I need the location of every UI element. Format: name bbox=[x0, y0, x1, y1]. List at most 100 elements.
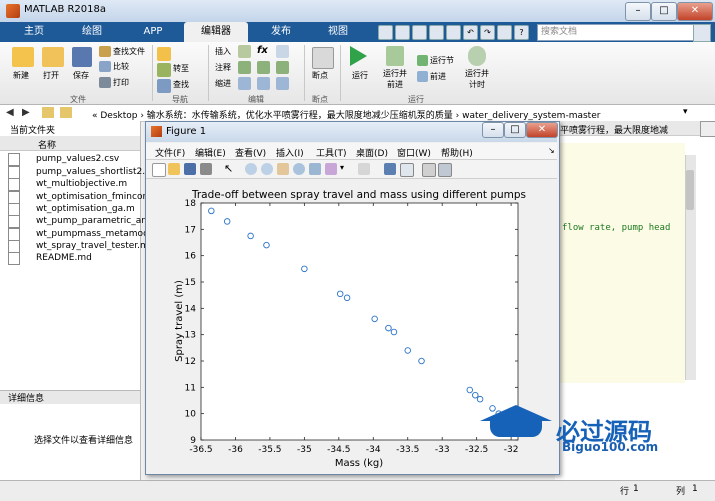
wrap-comment-icon[interactable] bbox=[276, 61, 289, 74]
menu-edit[interactable]: 编辑(E) bbox=[195, 146, 226, 159]
save-icon[interactable] bbox=[72, 47, 92, 67]
comment-percent-icon[interactable] bbox=[238, 61, 251, 74]
run-time-label-2[interactable]: 计时 bbox=[469, 79, 485, 90]
quick-help-icon[interactable]: ? bbox=[514, 25, 529, 40]
editor-scrollbar-thumb[interactable] bbox=[686, 170, 694, 210]
quick-save-icon[interactable] bbox=[395, 25, 410, 40]
browse-folder-icon[interactable] bbox=[60, 107, 72, 118]
quick-undo-icon[interactable]: ↶ bbox=[463, 25, 478, 40]
quick-switch-icon[interactable] bbox=[497, 25, 512, 40]
zoom-out-icon[interactable] bbox=[261, 163, 273, 175]
minimize-button[interactable]: – bbox=[625, 2, 651, 21]
breakpoints-icon[interactable] bbox=[312, 47, 334, 69]
menu-window[interactable]: 窗口(W) bbox=[397, 146, 431, 159]
advance-button[interactable]: 前进 bbox=[430, 71, 446, 82]
file-item[interactable]: wt_spray_travel_tester.m bbox=[36, 241, 149, 251]
quick-redo-icon[interactable]: ↷ bbox=[480, 25, 495, 40]
tab-apps[interactable]: APP bbox=[124, 22, 182, 42]
brush-icon[interactable] bbox=[325, 163, 337, 175]
file-item[interactable]: wt_optimisation_ga.m bbox=[36, 204, 135, 214]
run-icon[interactable] bbox=[350, 46, 367, 66]
find-files-icon[interactable] bbox=[99, 46, 111, 57]
smart-indent-icon[interactable] bbox=[238, 77, 251, 90]
open-file-icon[interactable] bbox=[168, 163, 180, 175]
rotate-3d-icon[interactable] bbox=[293, 163, 305, 175]
file-item[interactable]: wt_pump_parametric_anal bbox=[36, 216, 155, 226]
quick-new-icon[interactable] bbox=[378, 25, 393, 40]
file-item[interactable]: pump_values_shortlist2.csv bbox=[36, 167, 160, 177]
compare-button[interactable]: 比较 bbox=[113, 61, 129, 72]
insert-section-icon[interactable] bbox=[238, 45, 251, 58]
fx-icon[interactable]: fx bbox=[257, 45, 270, 58]
tab-publish[interactable]: 发布 bbox=[250, 22, 312, 42]
quick-cut-icon[interactable] bbox=[412, 25, 427, 40]
search-documentation-input[interactable]: 搜索文档 bbox=[537, 24, 697, 41]
print-figure-icon[interactable] bbox=[200, 163, 212, 175]
goto-icon[interactable] bbox=[157, 63, 171, 77]
search-filter-icon[interactable] bbox=[693, 24, 711, 42]
advance-icon[interactable] bbox=[417, 71, 428, 82]
run-time-label-1[interactable]: 运行并 bbox=[465, 68, 489, 79]
run-section-icon[interactable] bbox=[417, 55, 428, 66]
tab-plots[interactable]: 绘图 bbox=[64, 22, 120, 42]
address-dropdown-icon[interactable]: ▾ bbox=[683, 107, 688, 117]
run-time-icon[interactable] bbox=[468, 46, 486, 66]
menu-file[interactable]: 文件(F) bbox=[155, 146, 185, 159]
run-advance-icon[interactable] bbox=[386, 46, 404, 66]
zoom-in-icon[interactable] bbox=[245, 163, 257, 175]
menu-insert[interactable]: 插入(I) bbox=[276, 146, 304, 159]
compare-icon[interactable] bbox=[99, 61, 111, 72]
file-item[interactable]: wt_multiobjective.m bbox=[36, 179, 127, 189]
close-button[interactable]: ✕ bbox=[677, 2, 713, 21]
file-item[interactable]: wt_optimisation_fmincon.m bbox=[36, 192, 160, 202]
uncomment-icon[interactable] bbox=[257, 61, 270, 74]
menu-help[interactable]: 帮助(H) bbox=[441, 146, 473, 159]
comment-button[interactable]: 注释 bbox=[215, 62, 231, 73]
open-button[interactable]: 打开 bbox=[43, 70, 59, 81]
tab-editor[interactable]: 编辑器 bbox=[184, 22, 248, 42]
run-advance-label-1[interactable]: 运行并 bbox=[383, 68, 407, 79]
link-plot-icon[interactable] bbox=[358, 163, 370, 175]
run-section-button[interactable]: 运行节 bbox=[430, 55, 454, 66]
increase-indent-icon[interactable] bbox=[276, 77, 289, 90]
quick-copy-icon[interactable] bbox=[429, 25, 444, 40]
name-column-header[interactable]: 名称 bbox=[38, 138, 56, 151]
run-advance-label-2[interactable]: 前进 bbox=[387, 79, 403, 90]
new-button[interactable]: 新建 bbox=[13, 70, 29, 81]
current-folder-path[interactable]: « Desktop › 输水系统：水传输系统，优化水平喷雾行程，最大限度地减少压… bbox=[92, 108, 600, 121]
find-files-button[interactable]: 查找文件 bbox=[113, 46, 145, 57]
forward-arrow-icon[interactable]: ▶ bbox=[22, 107, 30, 118]
print-button[interactable]: 打印 bbox=[113, 77, 129, 88]
edit-plot-arrow-icon[interactable]: ↖ bbox=[224, 162, 233, 175]
tab-home[interactable]: 主页 bbox=[6, 22, 62, 42]
quick-paste-icon[interactable] bbox=[446, 25, 461, 40]
menu-tools[interactable]: 工具(T) bbox=[316, 146, 347, 159]
goto-arrow-icon[interactable] bbox=[157, 47, 171, 61]
maximize-button[interactable]: □ bbox=[651, 2, 677, 21]
file-item[interactable]: README.md bbox=[36, 253, 92, 263]
insert-colorbar-icon[interactable] bbox=[384, 163, 396, 175]
file-item[interactable]: wt_pumpmass_metamode bbox=[36, 229, 154, 239]
decrease-indent-icon[interactable] bbox=[257, 77, 270, 90]
menu-dock-icon[interactable]: ↘ bbox=[548, 146, 555, 155]
tab-view[interactable]: 视图 bbox=[314, 22, 362, 42]
find-button[interactable]: 查找 bbox=[173, 79, 189, 90]
figure-maximize-button[interactable]: □ bbox=[504, 122, 526, 138]
breakpoints-button[interactable]: 断点 bbox=[312, 70, 328, 81]
data-cursor-icon[interactable] bbox=[309, 163, 321, 175]
goto-button[interactable]: 转至 bbox=[173, 63, 189, 74]
new-figure-icon[interactable] bbox=[152, 163, 166, 177]
new-icon[interactable] bbox=[12, 47, 34, 67]
editor-maximize-icon[interactable] bbox=[700, 121, 715, 137]
menu-desktop[interactable]: 桌面(D) bbox=[356, 146, 388, 159]
save-figure-icon[interactable] bbox=[184, 163, 196, 175]
find-icon[interactable] bbox=[157, 79, 171, 93]
menu-view[interactable]: 查看(V) bbox=[235, 146, 266, 159]
figure-close-button[interactable]: ✕ bbox=[526, 122, 558, 138]
brush-dropdown-icon[interactable]: ▾ bbox=[340, 163, 344, 172]
hide-plot-tools-icon[interactable] bbox=[422, 163, 436, 177]
back-arrow-icon[interactable]: ◀ bbox=[6, 107, 14, 118]
indent-button[interactable]: 缩进 bbox=[215, 78, 231, 89]
open-folder-icon[interactable] bbox=[42, 47, 64, 67]
file-item[interactable]: pump_values2.csv bbox=[36, 154, 119, 164]
